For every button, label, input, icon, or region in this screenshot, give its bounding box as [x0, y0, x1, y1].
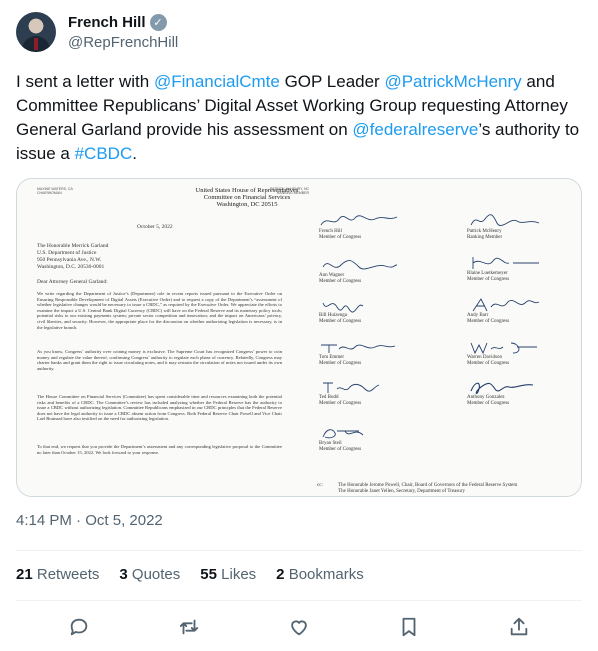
signature-scribble — [322, 260, 398, 270]
signature-block: Ann Wagner Member of Congress — [319, 257, 429, 285]
retweets-label: Retweets — [36, 566, 100, 583]
retweet-icon — [179, 619, 199, 635]
quotes-label: Quotes — [131, 566, 181, 583]
signature-block: Warren Davidson Member of Congress — [467, 339, 577, 367]
bookmarks-stat[interactable]: 2 Bookmarks — [276, 566, 364, 588]
verified-badge-icon[interactable]: ✓ — [149, 14, 167, 31]
letter-paragraph-2: As you know, Congress’ authority over co… — [37, 349, 282, 371]
divider — [16, 550, 582, 551]
signature-scribble — [320, 215, 398, 226]
signatory-title: Member of Congress — [467, 361, 510, 366]
signature-scribble — [470, 342, 537, 355]
share-icon — [510, 617, 528, 636]
signature-scribble — [323, 382, 380, 393]
attached-image[interactable]: MAXINE WATERS, CA CHAIRWOMAN PATRICK McH… — [16, 178, 582, 497]
engagement-stats: 21 Retweets 3 Quotes 55 Likes 2 Bookmark… — [16, 566, 364, 588]
timestamp-separator: · — [76, 512, 82, 529]
avatar[interactable] — [16, 12, 56, 52]
letter-paragraph-3: The House Committee on Financial Service… — [37, 394, 282, 422]
signature-block: Bill Huizenga Member of Congress — [319, 297, 429, 325]
signature-block: Ted Budd Member of Congress — [319, 379, 429, 407]
quotes-count: 3 — [119, 566, 128, 583]
tweet-link[interactable]: @FinancialCmte — [154, 72, 280, 91]
avatar-tie — [34, 38, 38, 50]
signature-block: Blaine Luetkemeyer Member of Congress — [467, 255, 577, 283]
signatory-title: Member of Congress — [467, 401, 510, 406]
letter-left-header: MAXINE WATERS, CA CHAIRWOMAN — [37, 187, 73, 195]
signature-scribble — [472, 298, 540, 312]
signature-block: Patrick McHenry Ranking Member — [467, 213, 577, 241]
likes-stat[interactable]: 55 Likes — [200, 566, 256, 588]
letter-salutation: Dear Attorney General Garland: — [37, 279, 108, 285]
heart-icon — [291, 620, 307, 636]
tweet-timestamp[interactable]: 4:14 PM · Oct 5, 2022 — [16, 512, 163, 529]
letter-cc: cc: The Honorable Jerome Powell, Chair, … — [317, 483, 517, 495]
signatory-title: Member of Congress — [319, 361, 362, 366]
bookmark-button[interactable] — [392, 610, 426, 644]
letter-cc-text: The Honorable Jerome Powell, Chair, Boar… — [338, 483, 518, 494]
tweet-link[interactable]: @federalreserve — [352, 120, 478, 139]
divider — [16, 600, 582, 601]
signature-scribble — [321, 344, 396, 353]
letter-paragraph-1: We write regarding the Department of Jus… — [37, 291, 282, 330]
letter-cc-label: cc: — [317, 483, 323, 488]
signature-scribble — [322, 429, 364, 439]
signature-block: Andy Barr Member of Congress — [467, 297, 577, 325]
signatory-title: Member of Congress — [467, 277, 510, 282]
reply-button[interactable] — [62, 610, 96, 644]
signature-scribble — [470, 382, 534, 395]
signatory-title: Member of Congress — [319, 235, 362, 240]
tweet-text-segment: . — [132, 144, 137, 163]
tweet-text: I sent a letter with @FinancialCmte GOP … — [16, 70, 582, 166]
signatory-title: Member of Congress — [319, 319, 362, 324]
bookmark-icon — [402, 617, 416, 637]
tweet-time[interactable]: 4:14 PM — [16, 512, 72, 529]
signatory-title: Member of Congress — [319, 279, 362, 284]
bookmarks-label: Bookmarks — [288, 566, 364, 583]
letter-document: MAXINE WATERS, CA CHAIRWOMAN PATRICK McH… — [17, 179, 581, 496]
action-bar — [16, 610, 582, 644]
signatory-title: Member of Congress — [319, 401, 362, 406]
retweets-count: 21 — [16, 566, 33, 583]
tweet-text-segment: I sent a letter with — [16, 72, 154, 91]
reply-icon — [70, 618, 88, 636]
bookmarks-count: 2 — [276, 566, 285, 583]
share-button[interactable] — [502, 610, 536, 644]
letterhead: United States House of Representatives C… — [195, 187, 299, 208]
signature-block: French Hill Member of Congress — [319, 213, 429, 241]
signature-block: Tom Emmer Member of Congress — [319, 339, 429, 367]
retweet-button[interactable] — [172, 610, 206, 644]
like-button[interactable] — [282, 610, 316, 644]
tweet-link[interactable]: @PatrickMcHenry — [384, 72, 521, 91]
letter-paragraph-4: To that end, we request that you provide… — [37, 444, 282, 455]
signatory-title: Member of Congress — [467, 319, 510, 324]
display-name[interactable]: French Hill — [68, 14, 146, 31]
retweets-stat[interactable]: 21 Retweets — [16, 566, 99, 588]
likes-count: 55 — [200, 566, 217, 583]
letter-address: The Honorable Merrick Garland U.S. Depar… — [37, 243, 109, 270]
quotes-stat[interactable]: 3 Quotes — [119, 566, 180, 588]
user-handle[interactable]: @RepFrenchHill — [68, 34, 178, 51]
tweet-header: French Hill ✓ @RepFrenchHill — [16, 12, 582, 54]
tweet-date[interactable]: Oct 5, 2022 — [85, 512, 163, 529]
signature-scribble — [322, 302, 364, 313]
signatory-title: Ranking Member — [467, 235, 503, 240]
signature-block: Bryan Steil Member of Congress — [319, 425, 429, 453]
signature-scribble — [472, 257, 539, 269]
signatory-title: Member of Congress — [319, 447, 362, 452]
tweet-link[interactable]: #CBDC — [75, 144, 133, 163]
signature-scribble — [470, 214, 540, 226]
likes-label: Likes — [221, 566, 257, 583]
letter-date: October 5, 2022 — [137, 224, 173, 230]
signature-block: Anthony Gonzalez Member of Congress — [467, 379, 577, 407]
name-row: French Hill ✓ — [68, 14, 167, 31]
tweet-text-segment: GOP Leader — [279, 72, 385, 91]
